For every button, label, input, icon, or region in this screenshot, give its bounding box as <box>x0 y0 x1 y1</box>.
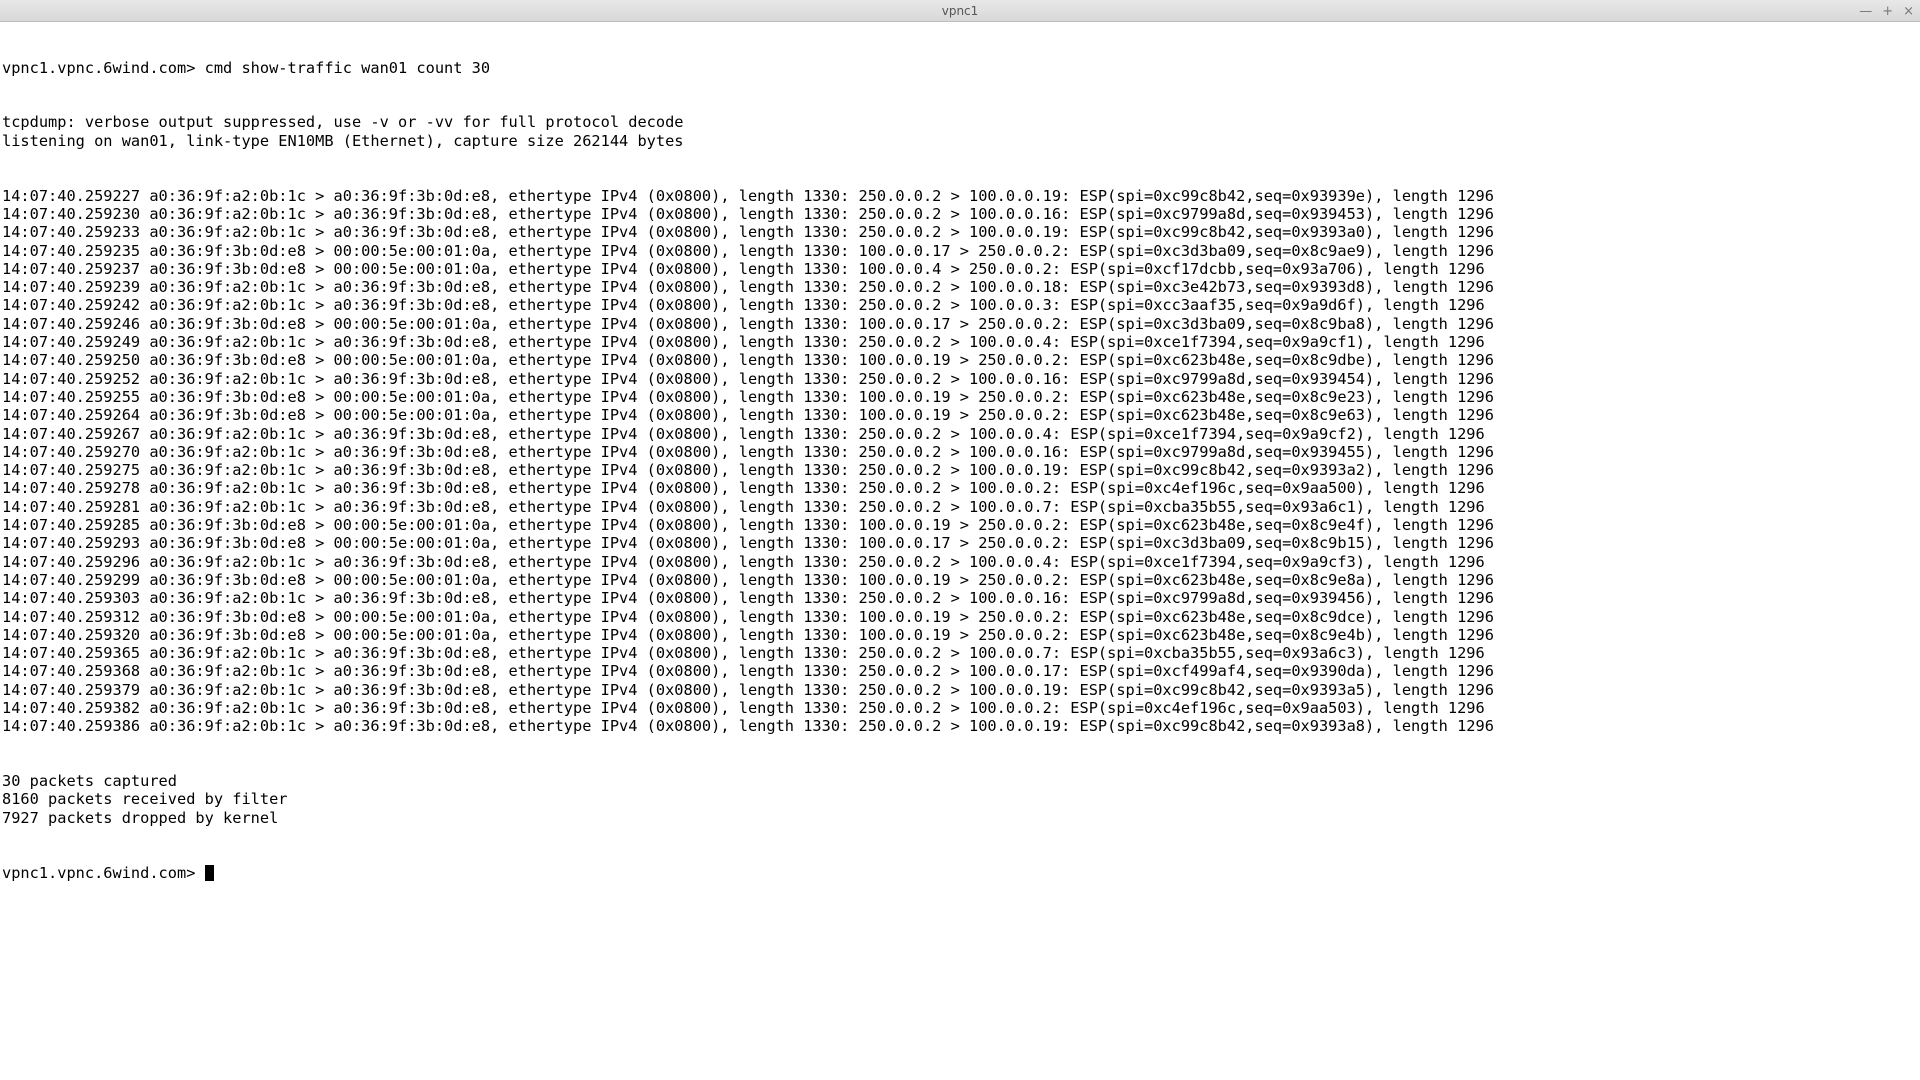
packet-line: 14:07:40.259275 a0:36:9f:a2:0b:1c > a0:3… <box>2 461 1918 479</box>
packet-line: 14:07:40.259382 a0:36:9f:a2:0b:1c > a0:3… <box>2 699 1918 717</box>
packet-line: 14:07:40.259368 a0:36:9f:a2:0b:1c > a0:3… <box>2 662 1918 680</box>
tcpdump-header-line: tcpdump: verbose output suppressed, use … <box>2 113 1918 131</box>
packet-line: 14:07:40.259267 a0:36:9f:a2:0b:1c > a0:3… <box>2 425 1918 443</box>
window-controls: — + × <box>1859 0 1914 22</box>
window-title: vpnc1 <box>942 4 979 18</box>
packet-line: 14:07:40.259249 a0:36:9f:a2:0b:1c > a0:3… <box>2 333 1918 351</box>
packet-line: 14:07:40.259270 a0:36:9f:a2:0b:1c > a0:3… <box>2 443 1918 461</box>
packet-line: 14:07:40.259242 a0:36:9f:a2:0b:1c > a0:3… <box>2 296 1918 314</box>
packet-line: 14:07:40.259365 a0:36:9f:a2:0b:1c > a0:3… <box>2 644 1918 662</box>
tcpdump-summary-line: 7927 packets dropped by kernel <box>2 809 1918 827</box>
shell-prompt: vpnc1.vpnc.6wind.com> <box>2 864 205 882</box>
entered-command: cmd show-traffic wan01 count 30 <box>205 59 491 77</box>
packet-line: 14:07:40.259233 a0:36:9f:a2:0b:1c > a0:3… <box>2 223 1918 241</box>
packet-line: 14:07:40.259239 a0:36:9f:a2:0b:1c > a0:3… <box>2 278 1918 296</box>
packet-line: 14:07:40.259312 a0:36:9f:3b:0d:e8 > 00:0… <box>2 608 1918 626</box>
packet-line: 14:07:40.259299 a0:36:9f:3b:0d:e8 > 00:0… <box>2 571 1918 589</box>
tcpdump-summary-line: 8160 packets received by filter <box>2 790 1918 808</box>
packet-line: 14:07:40.259264 a0:36:9f:3b:0d:e8 > 00:0… <box>2 406 1918 424</box>
packet-line: 14:07:40.259237 a0:36:9f:3b:0d:e8 > 00:0… <box>2 260 1918 278</box>
packet-line: 14:07:40.259320 a0:36:9f:3b:0d:e8 > 00:0… <box>2 626 1918 644</box>
packet-line: 14:07:40.259246 a0:36:9f:3b:0d:e8 > 00:0… <box>2 315 1918 333</box>
packet-line: 14:07:40.259230 a0:36:9f:a2:0b:1c > a0:3… <box>2 205 1918 223</box>
maximize-icon[interactable]: + <box>1882 4 1893 19</box>
terminal-output[interactable]: vpnc1.vpnc.6wind.com> cmd show-traffic w… <box>0 22 1920 1080</box>
shell-prompt: vpnc1.vpnc.6wind.com> <box>2 59 205 77</box>
minimize-icon[interactable]: — <box>1859 4 1872 19</box>
close-icon[interactable]: × <box>1903 4 1914 19</box>
packet-line: 14:07:40.259296 a0:36:9f:a2:0b:1c > a0:3… <box>2 553 1918 571</box>
window-titlebar: vpnc1 — + × <box>0 0 1920 22</box>
packet-line: 14:07:40.259255 a0:36:9f:3b:0d:e8 > 00:0… <box>2 388 1918 406</box>
tcpdump-header-line: listening on wan01, link-type EN10MB (Et… <box>2 132 1918 150</box>
packet-line: 14:07:40.259252 a0:36:9f:a2:0b:1c > a0:3… <box>2 370 1918 388</box>
packet-line: 14:07:40.259386 a0:36:9f:a2:0b:1c > a0:3… <box>2 717 1918 735</box>
packet-line: 14:07:40.259278 a0:36:9f:a2:0b:1c > a0:3… <box>2 479 1918 497</box>
prompt-command-line: vpnc1.vpnc.6wind.com> cmd show-traffic w… <box>2 59 1918 77</box>
packet-line: 14:07:40.259379 a0:36:9f:a2:0b:1c > a0:3… <box>2 681 1918 699</box>
packet-line: 14:07:40.259235 a0:36:9f:3b:0d:e8 > 00:0… <box>2 242 1918 260</box>
packet-line: 14:07:40.259281 a0:36:9f:a2:0b:1c > a0:3… <box>2 498 1918 516</box>
packet-line: 14:07:40.259303 a0:36:9f:a2:0b:1c > a0:3… <box>2 589 1918 607</box>
prompt-idle-line: vpnc1.vpnc.6wind.com> <box>2 864 1918 882</box>
tcpdump-summary-line: 30 packets captured <box>2 772 1918 790</box>
packet-line: 14:07:40.259293 a0:36:9f:3b:0d:e8 > 00:0… <box>2 534 1918 552</box>
packet-line: 14:07:40.259227 a0:36:9f:a2:0b:1c > a0:3… <box>2 187 1918 205</box>
packet-line: 14:07:40.259285 a0:36:9f:3b:0d:e8 > 00:0… <box>2 516 1918 534</box>
cursor-icon <box>205 865 214 881</box>
packet-line: 14:07:40.259250 a0:36:9f:3b:0d:e8 > 00:0… <box>2 351 1918 369</box>
